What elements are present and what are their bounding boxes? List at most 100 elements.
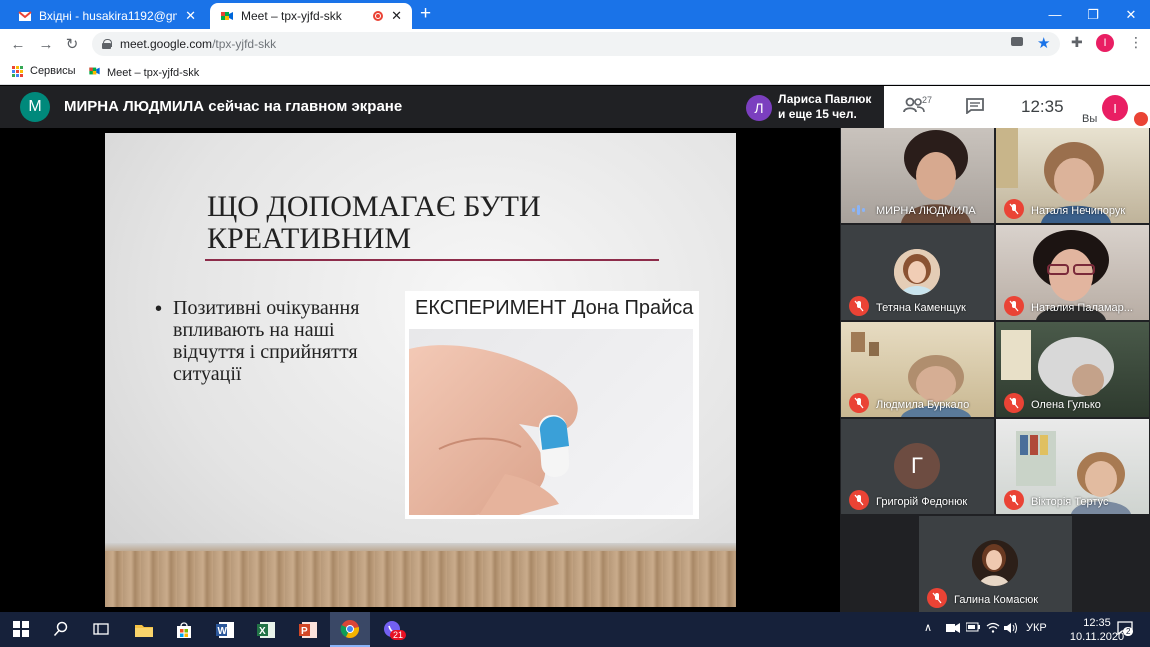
participant-name: Григорій Федонюк bbox=[876, 496, 968, 508]
speaking-indicator-icon bbox=[851, 203, 867, 215]
task-view-icon[interactable] bbox=[90, 618, 112, 640]
battery-icon[interactable] bbox=[965, 622, 980, 635]
reload-icon[interactable]: ↻ bbox=[62, 34, 82, 54]
participant-tile[interactable]: Олена Гулько bbox=[996, 322, 1149, 417]
mic-muted-icon bbox=[849, 490, 869, 510]
participant-name: Наталя Нечипорук bbox=[1031, 205, 1126, 217]
back-icon[interactable]: ← bbox=[8, 34, 28, 54]
participant-tile[interactable]: Наталя Нечипорук bbox=[996, 128, 1149, 223]
recording-icon bbox=[373, 11, 384, 21]
participant-count: 27 bbox=[922, 95, 933, 105]
restore-icon[interactable]: ❐ bbox=[1075, 0, 1111, 29]
participant-name: Наталия Паламар... bbox=[1031, 302, 1133, 314]
participant-avatar: Л bbox=[746, 95, 772, 121]
address-bar[interactable]: meet.google.com/tpx-yjfd-skk bbox=[92, 32, 1060, 56]
bookmark-services[interactable]: Сервисы bbox=[12, 65, 76, 77]
meet-icon bbox=[88, 65, 101, 80]
apps-grid-icon bbox=[12, 65, 23, 77]
presentation-slide: ЩО ДОПОМАГАЄ БУТИ КРЕАТИВНИМ • Позитивні… bbox=[105, 133, 736, 607]
participant-grid: МИРНА ЛЮДМИЛА Наталя Нечипорук Тетяна Ка… bbox=[840, 128, 1150, 612]
windows-taskbar: W X P 21 ∧ УКР 12:35 10.11.2020 2 bbox=[0, 612, 1150, 647]
mic-muted-icon bbox=[1004, 199, 1024, 219]
participant-tile[interactable]: Г Григорій Федонюк bbox=[841, 419, 994, 514]
participants-chip[interactable]: Л Лариса Павлюк и еще 15 чел. bbox=[738, 86, 884, 128]
browser-toolbar: ← → ↻ meet.google.com/tpx-yjfd-skk ★ ✚ I… bbox=[0, 29, 1150, 59]
svg-text:W: W bbox=[218, 626, 228, 637]
mic-muted-icon bbox=[1004, 296, 1024, 316]
camera-icon[interactable] bbox=[1011, 37, 1023, 46]
menu-dots-icon[interactable]: ⋮ bbox=[1129, 34, 1143, 51]
participant-tile[interactable]: Тетяна Каменщук bbox=[841, 225, 994, 320]
powerpoint-icon[interactable]: P bbox=[288, 612, 328, 647]
windows-start-icon[interactable] bbox=[10, 618, 32, 640]
bullet-dot: • bbox=[155, 298, 163, 320]
store-icon[interactable] bbox=[164, 612, 204, 647]
mic-muted-icon bbox=[927, 588, 947, 608]
participant-name: Лариса Павлюк bbox=[778, 92, 872, 106]
chat-icon[interactable] bbox=[966, 98, 984, 119]
participant-avatar bbox=[972, 540, 1018, 586]
presenter-status: МИРНА ЛЮДМИЛА сейчас на главном экране bbox=[64, 98, 403, 115]
participant-avatar: Г bbox=[894, 443, 940, 489]
mic-muted-icon bbox=[1004, 393, 1024, 413]
participant-name: Тетяна Каменщук bbox=[876, 302, 966, 314]
chevron-up-icon[interactable]: ∧ bbox=[924, 621, 932, 634]
tab-gmail[interactable]: Вхідні - husakira1192@gmail.com ✕ bbox=[8, 3, 206, 29]
tab-meet[interactable]: Meet – tpx-yjfd-skk ✕ bbox=[210, 3, 412, 29]
slide-wood-floor bbox=[105, 551, 736, 607]
wifi-icon[interactable] bbox=[986, 622, 1000, 636]
minimize-icon[interactable]: — bbox=[1037, 0, 1073, 29]
participant-tile[interactable]: Вікторія Тертус bbox=[996, 419, 1149, 514]
chrome-icon[interactable] bbox=[330, 612, 370, 647]
forward-icon[interactable]: → bbox=[36, 34, 56, 54]
participant-tile[interactable]: Людмила Буркало bbox=[841, 322, 994, 417]
participant-tile[interactable]: Наталия Паламар... bbox=[996, 225, 1149, 320]
svg-text:X: X bbox=[259, 626, 266, 637]
svg-text:P: P bbox=[301, 626, 308, 637]
participant-name: МИРНА ЛЮДМИЛА bbox=[876, 205, 976, 217]
participant-tile[interactable]: МИРНА ЛЮДМИЛА bbox=[841, 128, 994, 223]
self-avatar[interactable]: I bbox=[1102, 95, 1128, 121]
excel-icon[interactable]: X bbox=[246, 612, 286, 647]
file-explorer-icon[interactable] bbox=[124, 612, 164, 647]
experiment-title: ЕКСПЕРИМЕНТ Дона Прайса bbox=[415, 297, 694, 319]
bookmark-star-icon[interactable]: ★ bbox=[1037, 34, 1050, 52]
viber-badge: 21 bbox=[390, 630, 407, 640]
participant-tile[interactable]: Галина Комасюк bbox=[919, 516, 1072, 612]
slide-divider bbox=[205, 259, 659, 261]
notifications-icon[interactable]: 2 bbox=[1117, 621, 1134, 638]
new-tab-icon[interactable]: + bbox=[420, 3, 431, 25]
participant-name: Галина Комасюк bbox=[954, 594, 1039, 606]
mic-muted-icon bbox=[849, 296, 869, 316]
tab-close-icon[interactable]: ✕ bbox=[391, 8, 402, 24]
meet-clock: 12:35 bbox=[1021, 97, 1064, 116]
input-language[interactable]: УКР bbox=[1026, 622, 1047, 634]
self-label: Вы bbox=[1082, 113, 1098, 125]
meet-icon bbox=[220, 9, 234, 23]
participant-name: Людмила Буркало bbox=[876, 399, 970, 411]
experiment-card: ЕКСПЕРИМЕНТ Дона Прайса bbox=[405, 291, 699, 519]
tab-close-icon[interactable]: ✕ bbox=[185, 8, 196, 24]
lock-icon bbox=[102, 39, 112, 49]
participant-name: Олена Гулько bbox=[1031, 399, 1101, 411]
slide-title: ЩО ДОПОМАГАЄ БУТИ КРЕАТИВНИМ bbox=[207, 190, 541, 255]
search-icon[interactable] bbox=[50, 618, 72, 640]
bookmark-meet[interactable]: Meet – tpx-yjfd-skk bbox=[88, 65, 199, 80]
participant-avatar bbox=[894, 249, 940, 295]
browser-tab-strip: Вхідні - husakira1192@gmail.com ✕ Meet –… bbox=[0, 0, 1150, 29]
word-icon[interactable]: W bbox=[205, 612, 245, 647]
volume-icon[interactable] bbox=[1004, 622, 1018, 637]
viber-icon[interactable]: 21 bbox=[372, 612, 412, 647]
close-window-icon[interactable]: ✕ bbox=[1113, 0, 1149, 29]
url-path: /tpx-yjfd-skk bbox=[212, 37, 277, 51]
gmail-icon bbox=[18, 9, 32, 23]
profile-avatar[interactable]: I bbox=[1096, 34, 1114, 52]
meet-tray-icon[interactable] bbox=[946, 622, 960, 637]
mic-muted-icon bbox=[849, 393, 869, 413]
url-host: meet.google.com bbox=[120, 37, 213, 51]
mic-muted-icon bbox=[1004, 490, 1024, 510]
extensions-icon[interactable]: ✚ bbox=[1071, 34, 1083, 51]
participant-name: Вікторія Тертус bbox=[1031, 496, 1109, 508]
participant-others: и еще 15 чел. bbox=[778, 107, 857, 121]
pill-photo bbox=[409, 329, 693, 515]
